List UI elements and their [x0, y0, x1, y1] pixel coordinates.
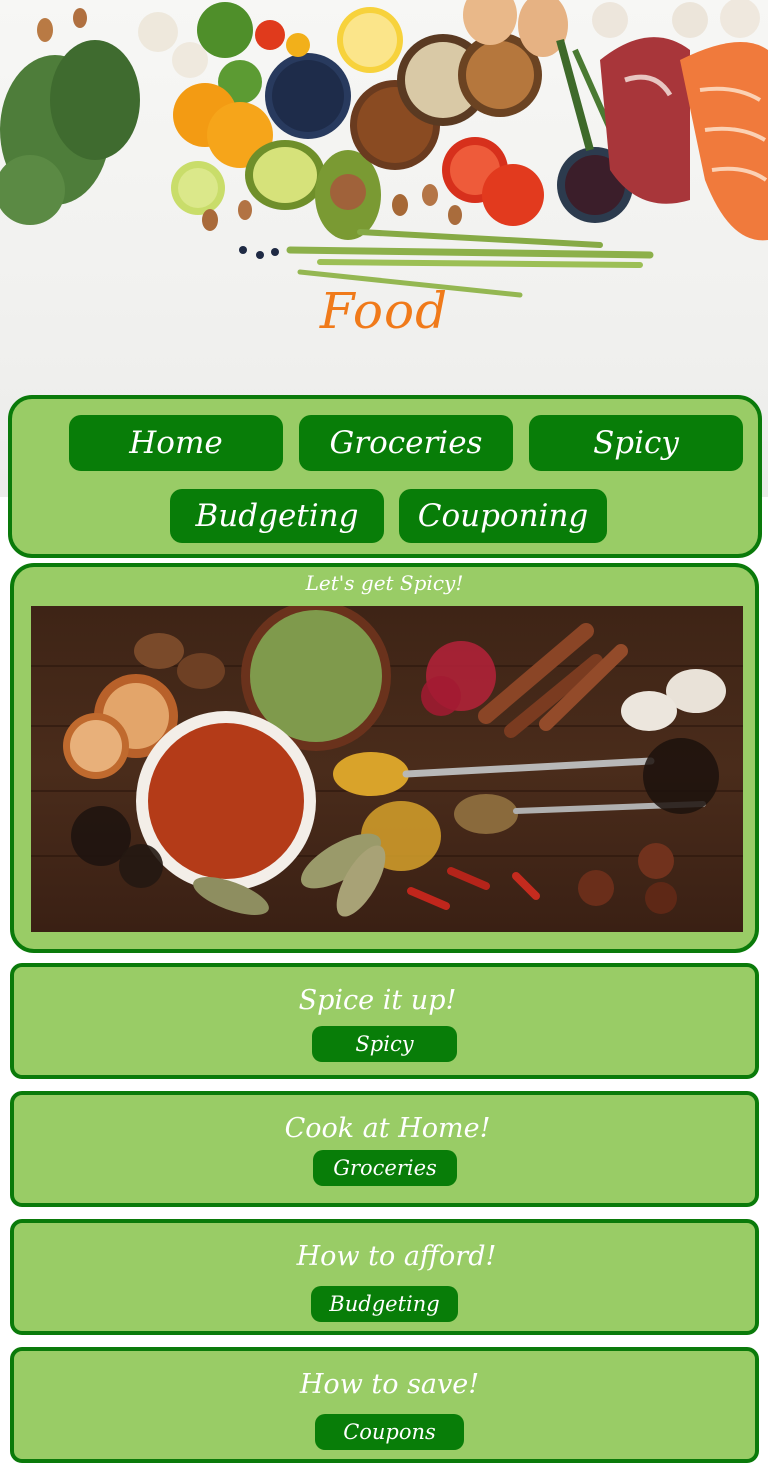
nav-home-button[interactable]: Home — [69, 415, 283, 471]
groceries-button[interactable]: Groceries — [313, 1150, 457, 1186]
hero-food-image — [0, 0, 768, 298]
feature-section: Let's get Spicy! — [10, 563, 759, 953]
budgeting-button[interactable]: Budgeting — [311, 1286, 458, 1322]
feature-title: Let's get Spicy! — [305, 571, 464, 595]
spicy-button[interactable]: Spicy — [312, 1026, 457, 1062]
nav-groceries-button[interactable]: Groceries — [299, 415, 513, 471]
coupons-button[interactable]: Coupons — [315, 1414, 464, 1450]
card-title: Cook at Home! — [284, 1113, 491, 1144]
card-cook-at-home: Cook at Home! Groceries — [10, 1091, 759, 1207]
card-how-to-afford: How to afford! Budgeting — [10, 1219, 759, 1335]
nav-spicy-button[interactable]: Spicy — [529, 415, 743, 471]
site-title: Food — [319, 282, 449, 340]
card-title: Spice it up! — [298, 985, 457, 1016]
nav-budgeting-button[interactable]: Budgeting — [170, 489, 384, 543]
spices-image — [31, 606, 743, 932]
main-navigation: Home Groceries Spicy Budgeting Couponing — [8, 395, 762, 558]
nav-couponing-button[interactable]: Couponing — [399, 489, 607, 543]
card-how-to-save: How to save! Coupons — [10, 1347, 759, 1463]
card-title: How to save! — [299, 1369, 480, 1400]
card-spice-it-up: Spice it up! Spicy — [10, 963, 759, 1079]
card-title: How to afford! — [296, 1241, 497, 1272]
